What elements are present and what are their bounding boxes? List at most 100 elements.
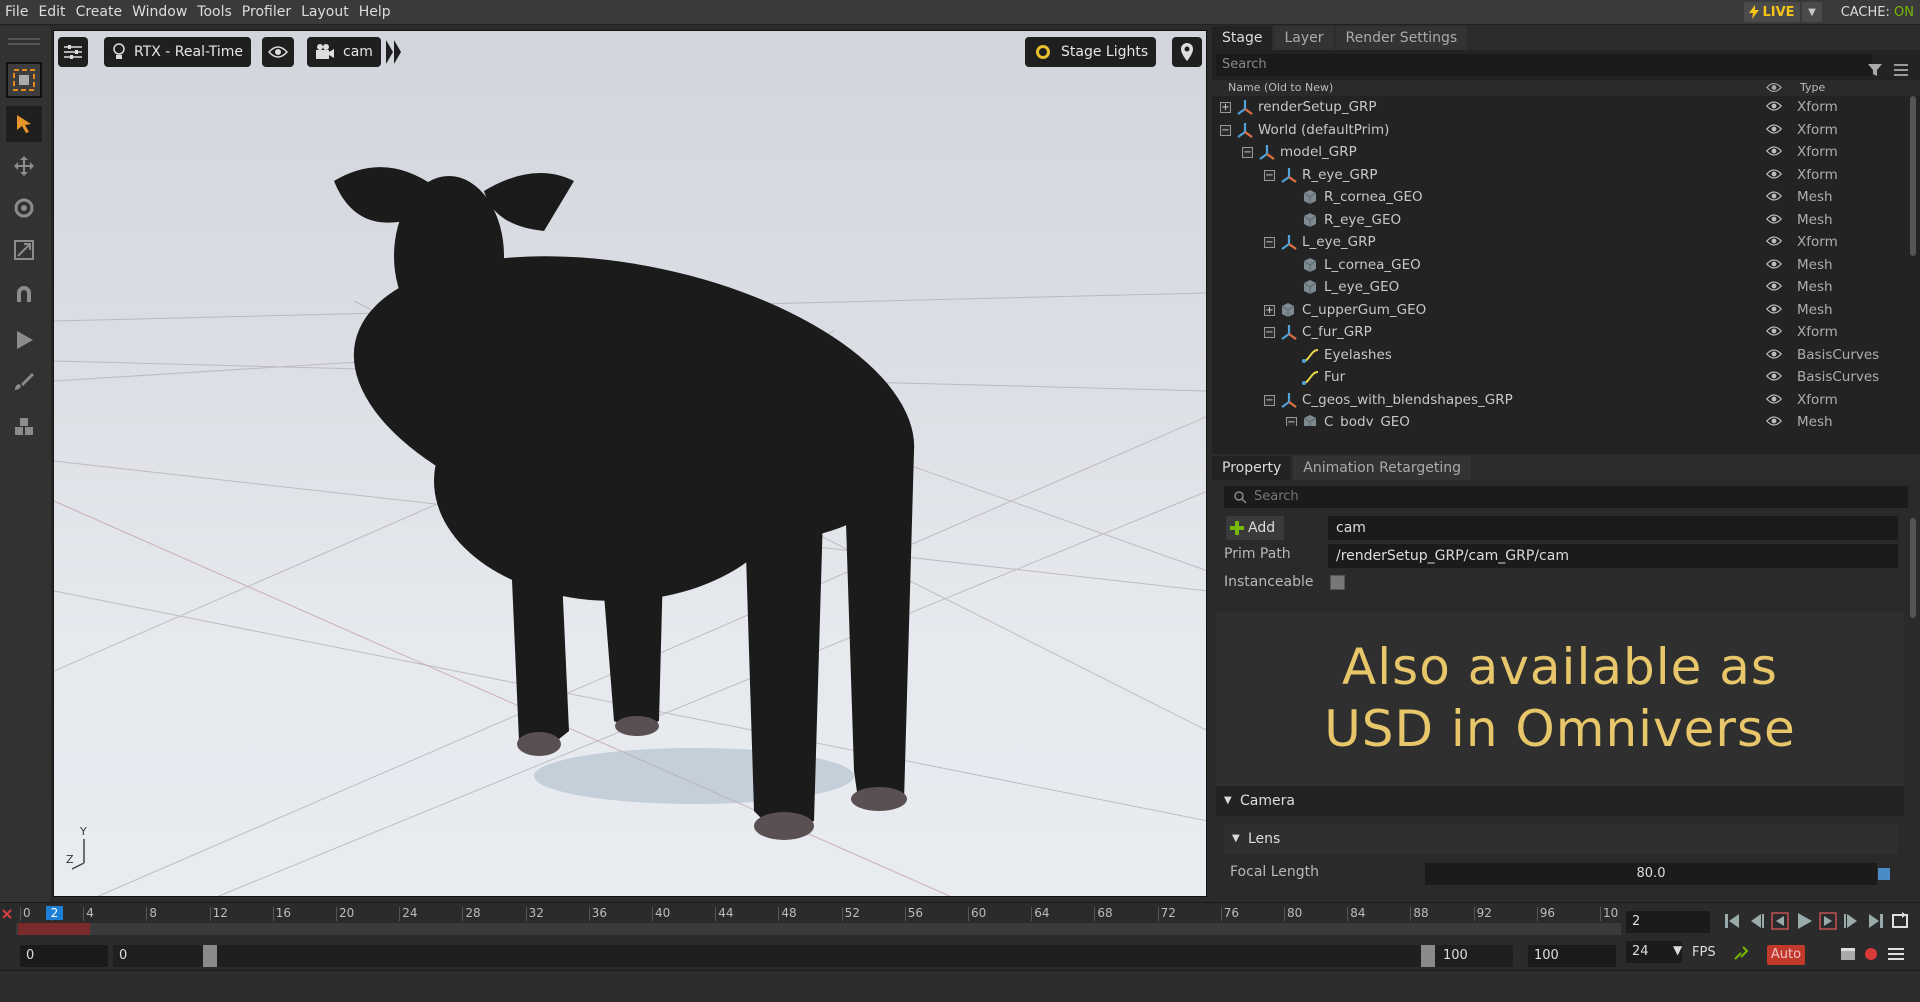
column-name-header[interactable]: Name (Old to New) <box>1228 81 1333 94</box>
instanceable-checkbox[interactable] <box>1330 575 1345 590</box>
location-button[interactable] <box>1172 37 1202 67</box>
eye-icon[interactable] <box>1766 168 1782 180</box>
column-type-header[interactable]: Type <box>1800 81 1825 94</box>
menu-file[interactable]: File <box>0 0 33 25</box>
expand-toggle-icon[interactable]: − <box>1264 169 1275 181</box>
go-to-end-icon[interactable] <box>1866 911 1886 931</box>
eye-icon[interactable] <box>1766 100 1782 112</box>
expand-toolbar-button[interactable] <box>385 37 403 67</box>
renderer-button[interactable]: RTX - Real-Time <box>104 37 252 67</box>
select-mode-button[interactable] <box>6 62 42 98</box>
scale-tool-button[interactable] <box>6 232 42 268</box>
prim-path-field[interactable]: /renderSetup_GRP/cam_GRP/cam <box>1328 544 1898 568</box>
menu-create[interactable]: Create <box>71 0 128 25</box>
tree-row[interactable]: R_eye_GEO Mesh <box>1212 209 1920 232</box>
tree-row[interactable]: − L_eye_GRP Xform <box>1212 231 1920 254</box>
tree-row[interactable]: + renderSetup_GRP Xform <box>1212 96 1920 119</box>
expand-toggle-icon[interactable]: + <box>1220 102 1231 113</box>
viewport-settings-button[interactable] <box>58 37 88 67</box>
menu-edit[interactable]: Edit <box>33 0 70 25</box>
fps-dropdown-icon[interactable]: ▼ <box>1673 943 1682 957</box>
focal-length-field[interactable]: 80.0 <box>1425 863 1877 885</box>
snap-tool-button[interactable] <box>6 276 42 312</box>
eye-icon[interactable] <box>1766 190 1782 202</box>
range-end-field[interactable]: 100 <box>1528 945 1616 967</box>
eye-icon[interactable] <box>1766 370 1782 382</box>
menu-help[interactable]: Help <box>354 0 396 25</box>
camera-section-header[interactable]: ▼ Camera <box>1216 786 1904 816</box>
go-to-start-icon[interactable] <box>1722 911 1742 931</box>
eye-icon[interactable] <box>1766 280 1782 292</box>
loop-mode-icon[interactable] <box>1890 911 1910 931</box>
range-end-handle[interactable] <box>1421 945 1435 967</box>
menu-lines-icon[interactable] <box>1894 63 1908 77</box>
play-tool-button[interactable] <box>6 322 42 358</box>
move-tool-button[interactable] <box>6 148 42 184</box>
eye-icon[interactable] <box>1766 325 1782 337</box>
menu-window[interactable]: Window <box>127 0 192 25</box>
tree-row[interactable]: Eyelashes BasisCurves <box>1212 344 1920 367</box>
next-frame-icon[interactable] <box>1842 911 1862 931</box>
tree-row[interactable]: − C_fur_GRP Xform <box>1212 321 1920 344</box>
previous-key-icon[interactable] <box>1770 911 1790 931</box>
expand-toggle-icon[interactable]: − <box>1264 237 1275 248</box>
tree-row[interactable]: R_cornea_GEO Mesh <box>1212 186 1920 209</box>
eye-icon[interactable] <box>1766 348 1782 360</box>
eye-icon[interactable] <box>1766 123 1782 135</box>
range-start-handle[interactable] <box>203 945 217 967</box>
stage-lights-button[interactable]: Stage Lights <box>1025 37 1157 67</box>
tab-property[interactable]: Property <box>1212 456 1292 480</box>
eye-icon[interactable] <box>1766 258 1782 270</box>
expand-toggle-icon[interactable]: + <box>1264 304 1275 316</box>
tab-layer[interactable]: Layer <box>1274 26 1334 50</box>
tree-row[interactable]: − World (defaultPrim) Xform <box>1212 119 1920 142</box>
add-button[interactable]: Add <box>1226 516 1284 540</box>
play-button-icon[interactable] <box>1794 911 1814 931</box>
expand-toggle-icon[interactable]: − <box>1242 147 1253 158</box>
tree-row[interactable]: L_cornea_GEO Mesh <box>1212 254 1920 277</box>
tree-row[interactable]: + C_upperGum_GEO Mesh <box>1212 299 1920 322</box>
rotate-tool-button[interactable] <box>6 190 42 226</box>
tree-row[interactable]: − C_body_GEO Mesh <box>1212 411 1920 426</box>
menu-tools[interactable]: Tools <box>192 0 237 25</box>
stage-scrollbar[interactable] <box>1910 96 1916 256</box>
tree-row[interactable]: Fur BasisCurves <box>1212 366 1920 389</box>
expand-toggle-icon[interactable]: − <box>1264 327 1275 338</box>
property-scrollbar[interactable] <box>1910 518 1916 618</box>
property-search-input[interactable]: Search <box>1224 486 1908 508</box>
auto-key-button[interactable]: Auto <box>1767 945 1805 965</box>
filter-icon[interactable] <box>1867 62 1883 78</box>
eye-icon[interactable] <box>1766 213 1782 225</box>
physics-tool-button[interactable] <box>6 408 42 444</box>
range-slider[interactable]: 0 100 <box>113 945 1513 967</box>
menu-layout[interactable]: Layout <box>296 0 354 25</box>
current-frame-field[interactable]: 2 <box>1626 911 1710 933</box>
live-button[interactable]: LIVE <box>1744 2 1800 22</box>
expand-toggle-icon[interactable]: − <box>1264 394 1275 406</box>
eye-icon[interactable] <box>1766 415 1782 426</box>
previous-frame-icon[interactable] <box>1746 911 1766 931</box>
prim-name-field[interactable]: cam <box>1328 516 1898 540</box>
range-start-field[interactable]: 0 <box>20 945 108 967</box>
eye-icon[interactable] <box>1766 393 1782 405</box>
keyframe-track[interactable] <box>16 923 1621 935</box>
paint-tool-button[interactable] <box>6 364 42 400</box>
hamburger-icon[interactable] <box>1888 947 1904 961</box>
menu-profiler[interactable]: Profiler <box>237 0 296 25</box>
expand-toggle-icon[interactable]: − <box>1286 417 1297 426</box>
tree-row[interactable]: − model_GRP Xform <box>1212 141 1920 164</box>
record-icon[interactable] <box>1864 947 1878 961</box>
tab-animation-retargeting[interactable]: Animation Retargeting <box>1293 456 1472 480</box>
visibility-button[interactable] <box>262 37 294 67</box>
camera-button[interactable]: cam <box>307 37 381 67</box>
clapperboard-icon[interactable] <box>1840 947 1856 961</box>
tab-render-settings[interactable]: Render Settings <box>1335 26 1468 50</box>
tree-row[interactable]: − C_geos_with_blendshapes_GRP Xform <box>1212 389 1920 412</box>
stage-search-input[interactable]: Search <box>1216 54 1872 76</box>
tab-stage[interactable]: Stage <box>1212 26 1273 50</box>
close-icon[interactable] <box>1 908 13 920</box>
eye-icon[interactable] <box>1766 235 1782 247</box>
loop-icon[interactable] <box>1733 945 1749 961</box>
next-key-icon[interactable] <box>1818 911 1838 931</box>
expand-toggle-icon[interactable]: − <box>1220 124 1231 136</box>
